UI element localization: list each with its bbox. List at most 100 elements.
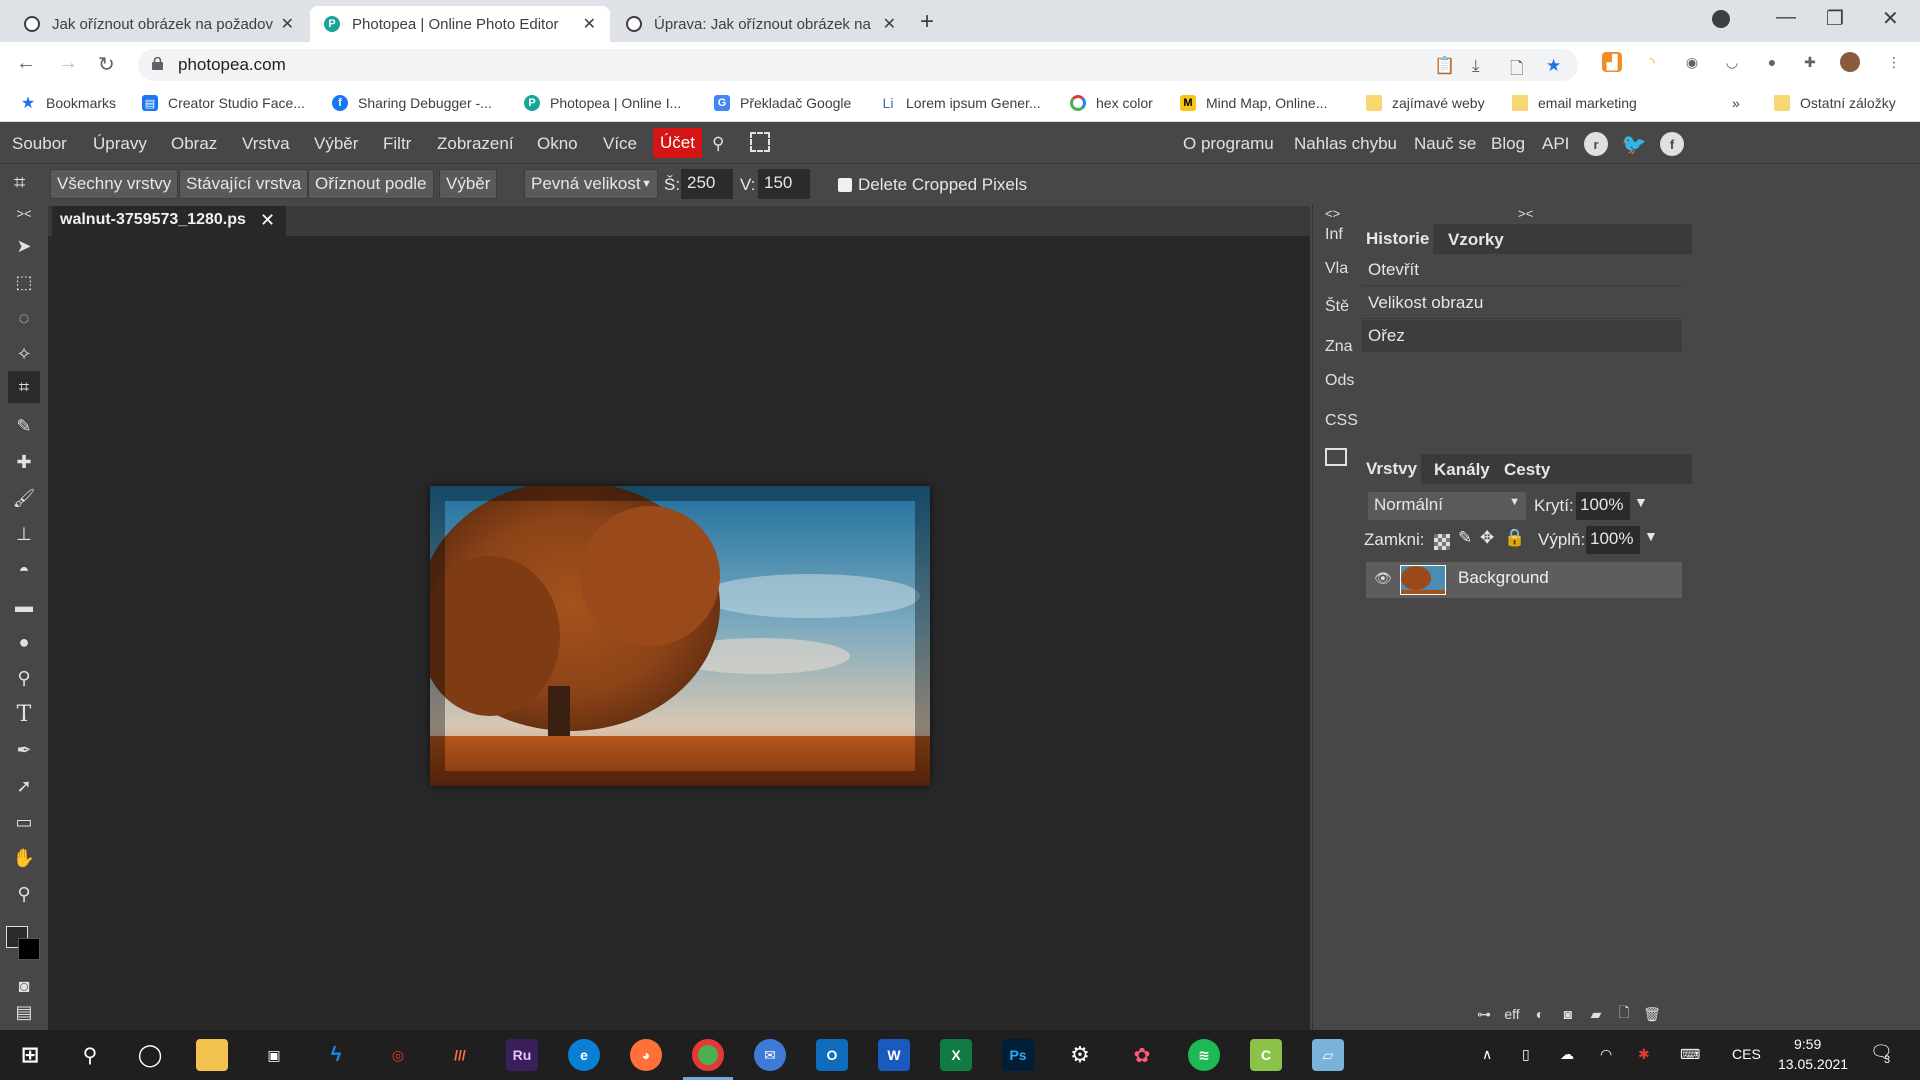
fill-input[interactable]: 100% <box>1586 526 1640 554</box>
account-button[interactable]: Účet <box>653 128 702 158</box>
delete-layer-icon[interactable]: 🗑 <box>1642 1004 1662 1024</box>
tray-expand-icon[interactable]: ∧ <box>1482 1046 1492 1063</box>
onedrive-icon[interactable]: ☁ <box>1560 1046 1574 1063</box>
bookmark-folder[interactable]: email marketing <box>1512 95 1637 111</box>
edge-icon[interactable]: e <box>568 1039 600 1071</box>
zoom-tool-icon[interactable]: ⚲ <box>12 882 36 906</box>
eraser-icon[interactable]: ◓ <box>12 558 36 582</box>
menu-zobrazeni[interactable]: Zobrazení <box>437 134 514 154</box>
document-tab[interactable]: walnut-3759573_1280.ps <box>52 206 286 236</box>
minimize-icon[interactable]: — <box>1776 6 1796 29</box>
browser-tab-3[interactable]: Úprava: Jak oříznout obrázek na p ✕ <box>612 6 910 42</box>
effects-icon[interactable]: eff <box>1502 1004 1522 1024</box>
install-icon[interactable]: ⤓ <box>1472 56 1480 76</box>
tab-history[interactable]: Historie <box>1362 224 1434 254</box>
collapse-tools-icon[interactable]: >< <box>12 206 36 221</box>
search-icon[interactable]: ⚲ <box>74 1039 106 1071</box>
panel-character[interactable]: Zna <box>1325 338 1353 356</box>
tray-device-icon[interactable]: ▯ <box>1522 1046 1530 1063</box>
notes-icon[interactable]: ▱ <box>1312 1039 1344 1071</box>
address-bar[interactable]: photopea.com 📋 ⤓ 🗋 ★ <box>138 49 1578 81</box>
hand-tool-icon[interactable]: ✋ <box>12 846 36 870</box>
bookmark-item[interactable]: Li Lorem ipsum Gener... <box>880 95 1041 111</box>
crop-tool-icon[interactable]: ⌗ <box>8 371 40 403</box>
move-tool-icon[interactable]: ➤ <box>12 234 36 258</box>
lock-position-icon[interactable]: ✥ <box>1480 528 1494 548</box>
restore-icon[interactable]: ❐ <box>1826 6 1844 31</box>
lock-pixels-icon[interactable]: ✎ <box>1458 528 1472 548</box>
reddit-icon[interactable]: r <box>1584 132 1608 156</box>
menu-filtr[interactable]: Filtr <box>383 134 411 154</box>
bookmark-item[interactable]: P Photopea | Online I... <box>524 95 681 111</box>
reload-icon[interactable]: ↻ <box>98 52 115 77</box>
menu-vyber[interactable]: Výběr <box>314 134 358 154</box>
paint-icon[interactable]: ✿ <box>1126 1039 1158 1071</box>
width-input[interactable]: 250 <box>681 169 733 199</box>
visibility-eye-icon[interactable]: 👁 <box>1374 570 1392 587</box>
search-icon[interactable]: ⚲ <box>712 134 724 154</box>
fill-dropdown-icon[interactable]: ▼ <box>1644 528 1658 544</box>
twitter-icon[interactable]: 🐦 <box>1622 132 1647 156</box>
brush-icon[interactable]: 🖌 <box>12 486 36 510</box>
tray-app-icon[interactable]: ✱ <box>1638 1046 1650 1063</box>
opacity-dropdown-icon[interactable]: ▼ <box>1634 494 1648 510</box>
task-view-icon[interactable]: ◯ <box>134 1039 166 1071</box>
text-tool-icon[interactable]: T <box>12 702 36 727</box>
panel-info[interactable]: Inf <box>1325 226 1343 244</box>
menu-vice[interactable]: Více <box>603 134 637 154</box>
collapse-panels-icon[interactable]: >< <box>1518 206 1533 221</box>
outlook-icon[interactable]: O <box>816 1039 848 1071</box>
page-icon[interactable]: 🗋 <box>1510 56 1524 85</box>
image-panel-icon[interactable] <box>1325 448 1347 466</box>
chrome-icon[interactable] <box>692 1039 724 1071</box>
history-item[interactable]: Otevřít <box>1362 254 1682 286</box>
history-item[interactable]: Velikost obrazu <box>1362 287 1682 319</box>
crop-mode-select[interactable]: Pevná velikost ▼ <box>524 169 658 199</box>
link-api[interactable]: API <box>1542 134 1569 154</box>
all-layers-button[interactable]: Všechny vrstvy <box>50 169 179 199</box>
current-layer-button[interactable]: Stávající vrstva <box>179 169 309 199</box>
history-item[interactable]: Ořez <box>1362 320 1682 352</box>
tab-channels[interactable]: Kanály <box>1434 460 1490 480</box>
clock-time[interactable]: 9:59 <box>1794 1036 1821 1052</box>
close-icon[interactable]: ✕ <box>281 14 294 34</box>
excel-icon[interactable]: X <box>940 1039 972 1071</box>
adjustment-layer-icon[interactable]: ◐ <box>1530 1004 1550 1024</box>
path-select-icon[interactable]: ➚ <box>12 774 36 798</box>
bookmark-folder[interactable]: Ostatní záložky <box>1774 95 1896 111</box>
app-stripes-icon[interactable]: /// <box>444 1039 476 1071</box>
lock-transparency-icon[interactable] <box>1434 534 1450 550</box>
blur-icon[interactable]: ● <box>12 630 36 654</box>
bookmark-item[interactable]: ▤ Creator Studio Face... <box>142 95 305 111</box>
healing-brush-icon[interactable]: ✚ <box>12 450 36 474</box>
new-folder-icon[interactable]: ▰ <box>1586 1004 1606 1024</box>
magic-wand-icon[interactable]: ✧ <box>12 342 36 366</box>
bookmark-item[interactable]: M Mind Map, Online... <box>1180 95 1327 111</box>
new-tab-icon[interactable]: + <box>920 8 934 36</box>
profile-dropdown-icon[interactable] <box>1712 10 1730 28</box>
menu-dots-icon[interactable]: ⋮ <box>1884 52 1904 72</box>
lasso-tool-icon[interactable]: ◌ <box>12 306 36 330</box>
blend-mode-select[interactable]: Normální ▼ <box>1368 492 1526 520</box>
selection-button[interactable]: Výběr <box>439 169 498 199</box>
layer-name[interactable]: Background <box>1458 568 1549 588</box>
shape-tool-icon[interactable]: ▭ <box>12 810 36 834</box>
canvas-image[interactable] <box>430 486 930 786</box>
panel-properties[interactable]: Vla <box>1325 260 1348 278</box>
dodge-icon[interactable]: ⚲ <box>12 666 36 690</box>
panel-css[interactable]: CSS <box>1325 412 1358 430</box>
bookmark-item[interactable]: ★ Bookmarks <box>20 95 116 112</box>
store-icon[interactable]: ▣ <box>258 1039 290 1071</box>
link-o-programu[interactable]: O programu <box>1183 134 1274 154</box>
pen-tool-icon[interactable]: ✒ <box>12 738 36 762</box>
menu-soubor[interactable]: Soubor <box>12 134 67 154</box>
link-nauc-se[interactable]: Nauč se <box>1414 134 1476 154</box>
close-icon[interactable]: ✕ <box>883 14 896 34</box>
bookmark-star-icon[interactable]: ★ <box>1546 56 1561 76</box>
photoshop-icon[interactable]: Ps <box>1002 1039 1034 1071</box>
extensions-puzzle-icon[interactable]: ✚ <box>1800 52 1820 72</box>
avatar[interactable] <box>1840 52 1860 72</box>
spotify-icon[interactable]: ≋ <box>1188 1039 1220 1071</box>
firefox-icon[interactable]: ◕ <box>630 1039 662 1071</box>
browser-tab-1[interactable]: Jak oříznout obrázek na požadov ✕ <box>10 6 308 42</box>
